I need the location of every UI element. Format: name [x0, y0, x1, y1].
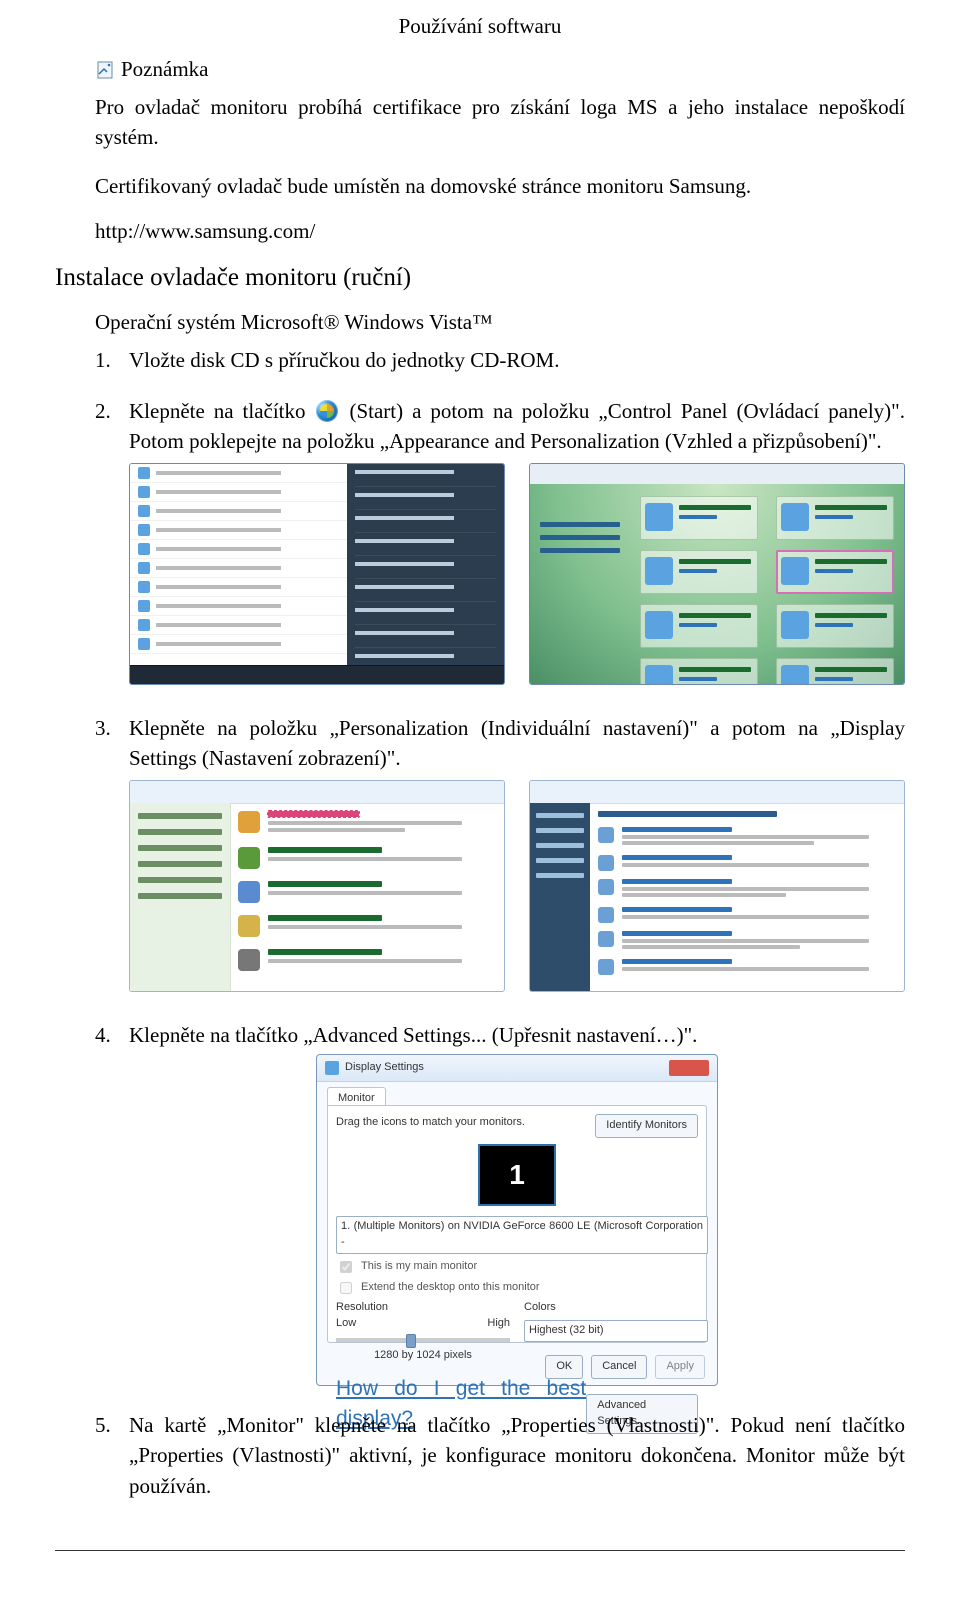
step-2: Klepněte na tlačítko (Start) a potom na …: [95, 396, 905, 685]
note-para-1: Pro ovladač monitoru probíhá certifikace…: [95, 92, 905, 153]
step-5: Na kartě „Monitor" klepněte na tlačítko …: [95, 1410, 905, 1501]
step-1: Vložte disk CD s příručkou do jednotky C…: [95, 345, 905, 375]
section-subhead: Operační systém Microsoft® Windows Vista…: [95, 310, 905, 335]
note-label: Poznámka: [121, 57, 208, 82]
slider-high: High: [487, 1316, 510, 1332]
note-icon: [95, 60, 115, 80]
screenshot-control-panel: [529, 463, 905, 685]
note-para-2: Certifikovaný ovladač bude umístěn na do…: [95, 171, 905, 201]
main-monitor-label: This is my main monitor: [361, 1259, 477, 1275]
device-dropdown: 1. (Multiple Monitors) on NVIDIA GeForce…: [336, 1216, 708, 1254]
colors-label: Colors: [524, 1300, 698, 1316]
note-url: http://www.samsung.com/: [95, 219, 905, 244]
window-icon: [325, 1061, 339, 1075]
step-3: Klepněte na položku „Personalization (In…: [95, 713, 905, 992]
window-title: Display Settings: [345, 1060, 424, 1076]
step-3-text: Klepněte na položku „Personalization (In…: [129, 716, 905, 770]
extend-desktop-label: Extend the desktop onto this monitor: [361, 1280, 540, 1296]
resolution-label: Resolution: [336, 1300, 510, 1316]
ok-button: OK: [545, 1355, 583, 1379]
step-2-text-a: Klepněte na tlačítko: [129, 399, 314, 423]
step-4-text: Klepněte na tlačítko „Advanced Settings.…: [129, 1023, 697, 1047]
close-icon: [669, 1060, 709, 1076]
resolution-slider: [336, 1338, 510, 1342]
extend-desktop-checkbox: [340, 1282, 352, 1294]
screenshot-personalization: [529, 780, 905, 992]
drag-hint: Drag the icons to match your monitors.: [336, 1115, 525, 1131]
main-monitor-checkbox: [340, 1261, 352, 1273]
screenshot-appearance-panel: [129, 780, 505, 992]
monitor-preview: 1: [478, 1144, 556, 1206]
step-4: Klepněte na tlačítko „Advanced Settings.…: [95, 1020, 905, 1386]
screenshot-start-menu: [129, 463, 505, 685]
identify-monitors-button: Identify Monitors: [595, 1114, 698, 1138]
page-header: Používání softwaru: [0, 0, 960, 57]
cancel-button: Cancel: [591, 1355, 647, 1379]
windows-start-orb-icon: [316, 400, 338, 422]
footer-rule: [55, 1550, 905, 1551]
apply-button: Apply: [655, 1355, 705, 1379]
slider-low: Low: [336, 1316, 356, 1332]
screenshot-display-settings: Display Settings Monitor Drag the icons …: [316, 1054, 718, 1386]
colors-dropdown: Highest (32 bit): [524, 1320, 708, 1342]
section-heading: Instalace ovladače monitoru (ruční): [55, 264, 905, 292]
